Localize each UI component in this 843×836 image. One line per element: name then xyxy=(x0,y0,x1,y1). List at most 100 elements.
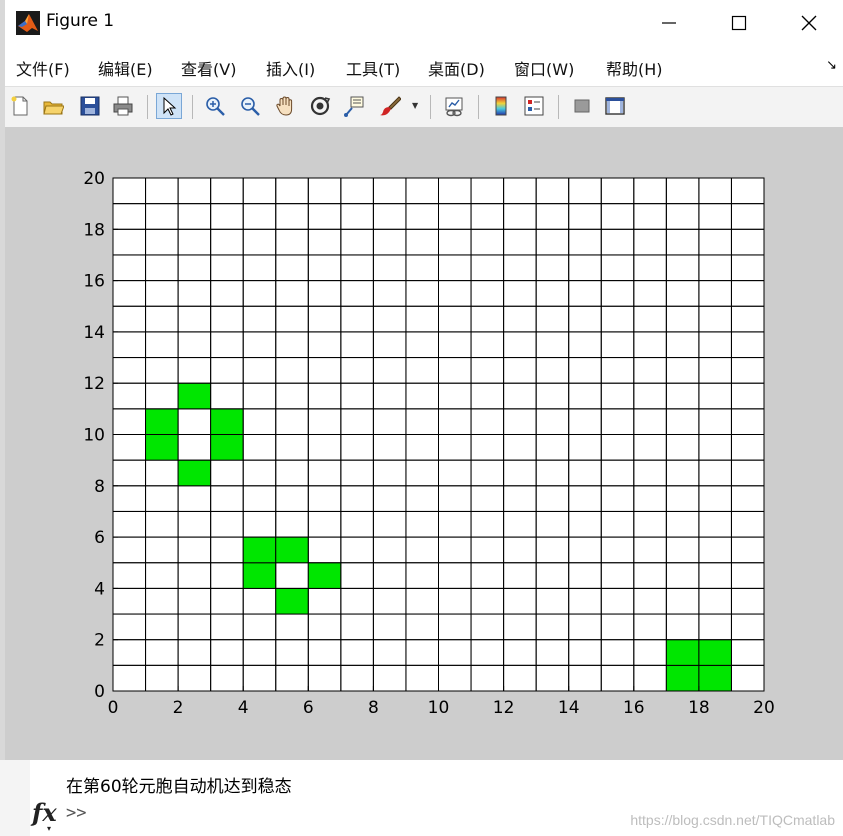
live-cell xyxy=(307,562,342,589)
x-tick-label: 0 xyxy=(108,698,119,718)
edit-plot-button[interactable] xyxy=(156,93,182,119)
watermark-text: https://blog.csdn.net/TIQCmatlab xyxy=(630,812,835,828)
live-cell xyxy=(698,664,732,692)
x-tick-label: 8 xyxy=(368,698,379,718)
pan-button[interactable] xyxy=(272,93,298,119)
hide-plot-tools-button[interactable] xyxy=(569,93,595,119)
link-plot-button[interactable] xyxy=(441,93,467,119)
colorbar-icon xyxy=(495,96,507,116)
toolbar-separator xyxy=(147,95,148,119)
menu-edit[interactable]: 编辑(E) xyxy=(98,56,153,80)
new-figure-icon xyxy=(11,96,28,116)
figure-toolbar: ▼ xyxy=(0,86,843,128)
live-cell xyxy=(698,639,732,666)
live-cell xyxy=(665,664,700,692)
brush-dropdown-icon[interactable]: ▼ xyxy=(412,101,418,110)
y-tick-label: 2 xyxy=(94,631,105,651)
x-tick-label: 20 xyxy=(753,698,775,718)
menu-file[interactable]: 文件(F) xyxy=(16,56,70,80)
menu-desktop[interactable]: 桌面(D) xyxy=(428,56,485,80)
live-cell xyxy=(275,587,309,615)
zoom-in-button[interactable] xyxy=(202,93,228,119)
edit-plot-arrow-icon xyxy=(163,96,177,116)
x-tick-label: 14 xyxy=(558,698,580,718)
y-tick-label: 0 xyxy=(94,682,105,702)
dock-figure-icon[interactable]: ↘ xyxy=(826,58,837,73)
minimize-button[interactable] xyxy=(646,8,692,38)
live-cell xyxy=(145,408,179,436)
show-plot-tools-button[interactable] xyxy=(602,93,628,119)
menu-tools[interactable]: 工具(T) xyxy=(346,56,400,80)
hide-plot-tools-icon xyxy=(574,99,590,113)
window-title: Figure 1 xyxy=(46,11,115,31)
y-tick-label: 18 xyxy=(83,220,105,240)
y-tick-label: 20 xyxy=(83,169,105,189)
toolbar-separator xyxy=(558,95,559,119)
print-icon xyxy=(113,96,133,116)
legend-icon xyxy=(524,96,544,116)
live-cell xyxy=(242,536,277,564)
rotate-3d-icon xyxy=(310,96,331,116)
menu-view[interactable]: 查看(V) xyxy=(181,56,236,80)
zoom-in-icon xyxy=(206,97,225,116)
close-icon xyxy=(801,15,817,31)
rotate-3d-button[interactable] xyxy=(307,93,333,119)
x-tick-label: 4 xyxy=(238,698,249,718)
live-cell xyxy=(242,562,277,589)
open-file-icon xyxy=(43,101,64,115)
figure-canvas: 0 2 4 6 8 10 12 14 16 18 20 0 2 4 6 8 10 12 14 16 18 20 xyxy=(5,127,843,760)
insert-colorbar-button[interactable] xyxy=(488,93,514,119)
open-file-button[interactable] xyxy=(40,93,66,119)
pan-hand-icon xyxy=(276,96,293,116)
live-cell xyxy=(665,639,700,666)
live-cell xyxy=(177,382,212,410)
x-tick-label: 6 xyxy=(303,698,314,718)
menu-window[interactable]: 窗口(W) xyxy=(514,56,574,80)
live-cell xyxy=(145,434,179,461)
brush-button[interactable] xyxy=(377,93,403,119)
x-tick-label: 2 xyxy=(173,698,184,718)
data-cursor-icon xyxy=(344,96,364,117)
command-output-text: 在第60轮元胞自动机达到稳态 xyxy=(66,777,292,797)
y-tick-label: 10 xyxy=(83,426,105,446)
minimize-icon xyxy=(662,22,676,24)
live-cell xyxy=(210,434,244,461)
link-plot-icon xyxy=(445,97,463,117)
print-button[interactable] xyxy=(110,93,136,119)
close-button[interactable] xyxy=(786,8,832,38)
maximize-button[interactable] xyxy=(716,8,762,38)
menu-insert[interactable]: 插入(I) xyxy=(266,56,315,80)
fx-caret-icon: ▾ xyxy=(47,824,52,833)
title-bar: Figure 1 xyxy=(0,0,843,46)
cellular-automaton-grid-chart[interactable]: 0 2 4 6 8 10 12 14 16 18 20 0 2 4 6 8 10 12 14 16 18 20 xyxy=(5,127,843,760)
live-cell xyxy=(275,536,309,564)
show-plot-tools-icon xyxy=(605,97,625,115)
toolbar-separator xyxy=(192,95,193,119)
menu-bar: 文件(F) 编辑(E) 查看(V) 插入(I) 工具(T) 桌面(D) 窗口(W… xyxy=(0,46,843,86)
y-tick-label: 6 xyxy=(94,528,105,548)
fx-function-browser-icon[interactable]: fx xyxy=(32,798,57,827)
x-tick-label: 10 xyxy=(428,698,450,718)
insert-legend-button[interactable] xyxy=(521,93,547,119)
command-window-gutter xyxy=(0,760,30,836)
y-tick-label: 16 xyxy=(83,272,105,292)
toolbar-separator xyxy=(478,95,479,119)
data-cursor-button[interactable] xyxy=(341,93,367,119)
matlab-logo-icon xyxy=(16,11,40,35)
save-icon xyxy=(80,96,100,116)
x-tick-label: 16 xyxy=(623,698,645,718)
brush-icon xyxy=(380,96,401,116)
command-prompt[interactable]: >> xyxy=(66,803,86,823)
maximize-icon xyxy=(731,15,747,31)
zoom-out-button[interactable] xyxy=(237,93,263,119)
live-cell xyxy=(210,408,244,436)
x-tick-label: 18 xyxy=(688,698,710,718)
toolbar-separator xyxy=(430,95,431,119)
zoom-out-icon xyxy=(241,97,260,116)
save-button[interactable] xyxy=(77,93,103,119)
y-tick-label: 12 xyxy=(83,374,105,394)
y-tick-label: 14 xyxy=(83,323,105,343)
menu-help[interactable]: 帮助(H) xyxy=(606,56,663,80)
new-figure-button[interactable] xyxy=(7,93,33,119)
y-tick-label: 4 xyxy=(94,579,105,599)
